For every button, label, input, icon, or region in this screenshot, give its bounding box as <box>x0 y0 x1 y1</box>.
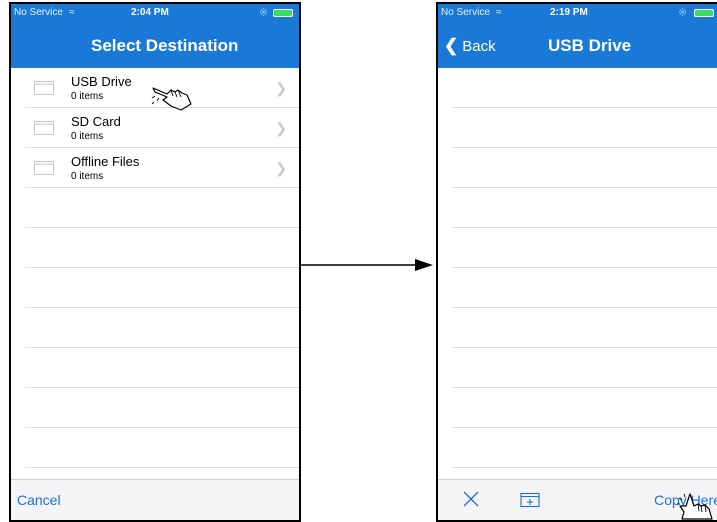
item-name: Offline Files <box>71 154 140 169</box>
item-count: 0 items <box>71 131 104 142</box>
battery-icon <box>273 9 293 17</box>
empty-row-separator <box>452 467 717 468</box>
hand-pointer-icon <box>151 87 192 111</box>
folder-icon <box>34 121 54 135</box>
folder-icon <box>34 81 54 95</box>
row-separator <box>25 187 299 188</box>
back-button[interactable]: ❮ Back <box>444 36 496 56</box>
empty-row-separator <box>452 107 717 108</box>
empty-row-separator <box>25 387 299 388</box>
list-item-sd-card[interactable]: SD Card 0 items ❯ <box>11 108 299 148</box>
item-name: SD Card <box>71 114 121 129</box>
bluetooth-icon: ※ <box>259 7 269 19</box>
carrier-label: No Service <box>14 7 63 18</box>
carrier-label: No Service <box>441 7 490 18</box>
chevron-right-icon: ❯ <box>275 120 287 136</box>
item-count: 0 items <box>71 91 104 102</box>
empty-row-separator <box>452 387 717 388</box>
empty-row-separator <box>452 267 717 268</box>
cancel-button[interactable]: Cancel <box>17 492 61 508</box>
list-item-offline-files[interactable]: Offline Files 0 items ❯ <box>11 148 299 188</box>
empty-row-separator <box>25 307 299 308</box>
status-bar: No Service ≈ 2:04 PM ※ <box>11 4 299 24</box>
page-title: Select Destination <box>91 36 239 55</box>
screen-usb-drive: No Service ≈ 2:19 PM ※ ❮Back USB Drive <box>436 2 717 522</box>
empty-row-separator <box>25 227 299 228</box>
back-label: Back <box>462 38 496 55</box>
navigation-bar: ❮ Back USB Drive <box>438 24 717 68</box>
empty-row-separator <box>25 467 299 468</box>
empty-row-separator <box>452 227 717 228</box>
arrow-right-icon <box>299 259 433 271</box>
empty-row-separator <box>25 427 299 428</box>
item-count: 0 items <box>71 171 104 182</box>
empty-row-separator <box>452 147 717 148</box>
empty-row-separator <box>452 307 717 308</box>
battery-icon <box>694 9 714 17</box>
bluetooth-icon: ※ <box>678 7 688 19</box>
close-icon[interactable] <box>462 490 480 508</box>
chevron-left-icon: ❮ <box>444 36 459 55</box>
folder-icon <box>34 161 54 175</box>
empty-row-separator <box>452 347 717 348</box>
hand-pointer-icon <box>677 493 713 520</box>
screen-select-destination: No Service ≈ 2:04 PM ※ Select Destinatio… <box>9 2 301 522</box>
page-title: USB Drive <box>548 36 632 55</box>
chevron-right-icon: ❯ <box>275 160 287 176</box>
wifi-icon: ≈ <box>69 7 75 18</box>
empty-row-separator <box>452 427 717 428</box>
status-time: 2:04 PM <box>131 7 169 18</box>
status-time: 2:19 PM <box>550 7 588 18</box>
empty-row-separator <box>25 267 299 268</box>
status-bar: No Service ≈ 2:19 PM ※ <box>438 4 717 24</box>
new-folder-icon[interactable] <box>520 492 540 508</box>
bottom-toolbar: Cancel <box>11 479 299 520</box>
navigation-bar: Select Destination <box>11 24 299 68</box>
empty-row-separator <box>25 347 299 348</box>
empty-row-separator <box>452 187 717 188</box>
item-name: USB Drive <box>71 74 132 89</box>
wifi-icon: ≈ <box>496 7 502 18</box>
chevron-right-icon: ❯ <box>275 80 287 96</box>
